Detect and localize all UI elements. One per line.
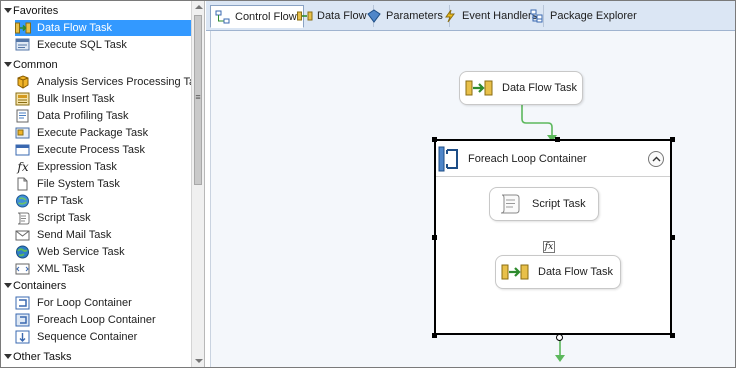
- data-flow-task-icon: [464, 78, 494, 98]
- toolbox-item-data-flow-task[interactable]: Data Flow Task: [15, 20, 191, 36]
- resize-handle[interactable]: [670, 235, 675, 240]
- task-data-flow-top[interactable]: Data Flow Task: [459, 71, 583, 105]
- expression-icon: fx: [17, 160, 29, 174]
- resize-handle[interactable]: [432, 137, 437, 142]
- toolbox-item-sequence-container[interactable]: Sequence Container: [15, 329, 191, 345]
- control-flow-icon: [215, 9, 231, 25]
- execute-sql-task-icon: [15, 37, 31, 53]
- toolbox-item-data-profiling-task[interactable]: Data Profiling Task: [15, 108, 191, 124]
- foreach-loop-icon: [438, 146, 460, 172]
- toolbox-item-xml-task[interactable]: XML Task: [15, 261, 191, 277]
- toolbox-item-for-loop-container[interactable]: For Loop Container: [15, 295, 191, 311]
- scroll-up-icon[interactable]: [195, 5, 203, 9]
- resize-handle[interactable]: [670, 333, 675, 338]
- xml-icon: [15, 261, 31, 277]
- resize-handle[interactable]: [432, 333, 437, 338]
- data-flow-task-icon: [15, 20, 31, 36]
- event-handlers-icon: [442, 8, 458, 24]
- ssis-toolbox: Favorites Data Flow Task Execute SQL Tas…: [1, 1, 191, 367]
- data-flow-task-icon: [500, 262, 530, 282]
- resize-handle[interactable]: [555, 137, 560, 142]
- group-other-tasks[interactable]: Other Tasks: [1, 349, 72, 365]
- connector-anchor-icon[interactable]: [556, 334, 563, 341]
- group-common[interactable]: Common: [1, 57, 58, 73]
- control-flow-canvas[interactable]: Data Flow Task Foreach Loop Container Sc…: [210, 31, 735, 367]
- file-system-icon: [15, 176, 31, 192]
- bulk-insert-icon: [15, 91, 31, 107]
- expression-fx-icon[interactable]: fx: [543, 241, 555, 253]
- execute-package-icon: [15, 125, 31, 141]
- tab-control-flow[interactable]: Control Flow: [210, 5, 304, 28]
- resize-handle[interactable]: [670, 137, 675, 142]
- designer-tab-bar: Control Flow Data Flow Parameters Event …: [206, 1, 735, 31]
- toolbox-item-ftp-task[interactable]: FTP Task: [15, 193, 191, 209]
- package-explorer-icon: [530, 8, 546, 24]
- toolbox-item-execute-sql-task[interactable]: Execute SQL Task: [15, 37, 191, 53]
- toolbox-item-web-service-task[interactable]: Web Service Task: [15, 244, 191, 260]
- web-service-icon: [15, 244, 31, 260]
- send-mail-icon: [15, 227, 31, 243]
- analysis-services-icon: [15, 74, 31, 90]
- toolbox-scrollbar[interactable]: ≡: [191, 1, 205, 367]
- execute-process-icon: [15, 142, 31, 158]
- parameters-icon: [366, 8, 382, 24]
- toolbox-item-bulk-insert-task[interactable]: Bulk Insert Task: [15, 91, 191, 107]
- task-data-flow-inner[interactable]: Data Flow Task: [495, 255, 621, 289]
- data-flow-icon: [297, 8, 313, 24]
- collapse-chevron-up-icon[interactable]: [648, 151, 664, 167]
- collapse-triangle-icon: [1, 349, 13, 365]
- for-loop-icon: [15, 295, 31, 311]
- sequence-icon: [15, 329, 31, 345]
- script-icon: [15, 210, 31, 226]
- grip-icon: ≡: [195, 92, 201, 102]
- task-script[interactable]: Script Task: [489, 187, 599, 221]
- toolbox-item-execute-package-task[interactable]: Execute Package Task: [15, 125, 191, 141]
- script-icon: [494, 193, 524, 215]
- collapse-triangle-icon: [1, 57, 13, 73]
- tab-parameters[interactable]: Parameters: [362, 5, 450, 27]
- scroll-down-icon[interactable]: [195, 359, 203, 363]
- package-designer: Control Flow Data Flow Parameters Event …: [206, 1, 735, 367]
- ftp-icon: [15, 193, 31, 209]
- toolbox-item-analysis-services-processing-task[interactable]: Analysis Services Processing Task: [15, 74, 191, 90]
- container-header[interactable]: Foreach Loop Container: [436, 141, 670, 177]
- toolbox-item-file-system-task[interactable]: File System Task: [15, 176, 191, 192]
- foreach-loop-icon: [15, 312, 31, 328]
- toolbox-item-expression-task[interactable]: fx Expression Task: [15, 159, 191, 175]
- resize-handle[interactable]: [432, 235, 437, 240]
- collapse-triangle-icon: [1, 3, 13, 19]
- collapse-triangle-icon: [1, 278, 13, 294]
- toolbox-item-execute-process-task[interactable]: Execute Process Task: [15, 142, 191, 158]
- data-profiling-icon: [15, 108, 31, 124]
- foreach-loop-container[interactable]: Foreach Loop Container Script Task fx Da…: [434, 139, 672, 335]
- group-containers[interactable]: Containers: [1, 278, 66, 294]
- toolbox-item-send-mail-task[interactable]: Send Mail Task: [15, 227, 191, 243]
- group-favorites[interactable]: Favorites: [1, 3, 58, 19]
- toolbox-item-script-task[interactable]: Script Task: [15, 210, 191, 226]
- tab-package-explorer[interactable]: Package Explorer: [526, 5, 643, 27]
- toolbox-item-foreach-loop-container[interactable]: Foreach Loop Container: [15, 312, 191, 328]
